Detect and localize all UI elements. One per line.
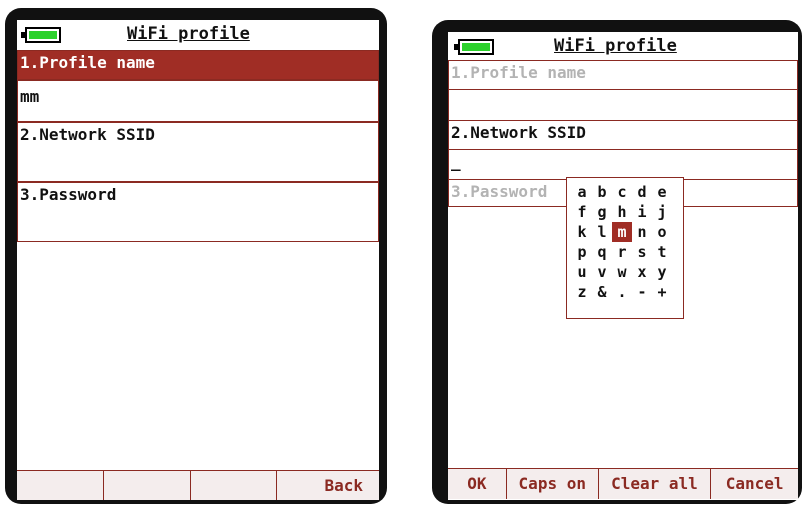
key-b[interactable]: b [592,182,612,202]
key-n[interactable]: n [632,222,652,242]
key-plus[interactable]: + [652,282,672,302]
left-screen: WiFi profile 1.Profile name mm 2.Network… [17,20,379,500]
clear-all-button[interactable]: Clear all [599,469,712,499]
key-o[interactable]: o [652,222,672,242]
key-q[interactable]: q [592,242,612,262]
right-titlebar: WiFi profile [448,32,798,62]
left-softkey-1[interactable] [17,471,104,500]
picker-row: p q r s t [572,242,678,262]
key-f[interactable]: f [572,202,592,222]
key-u[interactable]: u [572,262,592,282]
key-x[interactable]: x [632,262,652,282]
key-e[interactable]: e [652,182,672,202]
ok-button[interactable]: OK [448,469,507,499]
right-page-title: WiFi profile [554,36,677,56]
key-period[interactable]: . [612,282,632,302]
picker-row: k l m n o [572,222,678,242]
left-titlebar: WiFi profile [17,20,379,50]
right-softkey-bar: OK Caps on Clear all Cancel [448,468,798,499]
right-field-profile-name[interactable]: 1.Profile name [448,60,798,90]
left-field-network-ssid[interactable]: 2.Network SSID [17,122,379,182]
right-field-password-label: 3.Password [451,182,548,201]
key-ampersand[interactable]: & [592,282,612,302]
key-a[interactable]: a [572,182,592,202]
key-r[interactable]: r [612,242,632,262]
key-m-selected[interactable]: m [612,222,632,242]
right-device: WiFi profile 1.Profile name 2.Network SS… [432,20,802,504]
picker-row: f g h i j [572,202,678,222]
right-field-network-ssid-value-box[interactable]: _ [448,150,798,180]
left-softkey-3[interactable] [191,471,278,500]
right-field-network-ssid[interactable]: 2.Network SSID [448,120,798,150]
right-field-profile-name-value-box[interactable] [448,90,798,120]
key-k[interactable]: k [572,222,592,242]
key-v[interactable]: v [592,262,612,282]
right-field-profile-name-label: 1.Profile name [451,63,586,82]
key-c[interactable]: c [612,182,632,202]
left-field-password-label: 3.Password [20,185,117,204]
key-i[interactable]: i [632,202,652,222]
back-button[interactable]: Back [277,471,379,500]
key-t[interactable]: t [652,242,672,262]
key-g[interactable]: g [592,202,612,222]
right-field-network-ssid-label: 2.Network SSID [451,123,586,142]
left-field-password[interactable]: 3.Password [17,182,379,242]
left-softkey-2[interactable] [104,471,191,500]
right-screen: WiFi profile 1.Profile name 2.Network SS… [448,32,798,500]
left-field-profile-name[interactable]: 1.Profile name [17,50,379,80]
character-picker: a b c d e f g h i j k l m n o p q r s t … [566,177,684,319]
left-device: WiFi profile 1.Profile name mm 2.Network… [5,8,387,504]
picker-row: a b c d e [572,182,678,202]
picker-row: u v w x y [572,262,678,282]
caps-on-button[interactable]: Caps on [507,469,599,499]
cancel-button[interactable]: Cancel [711,469,798,499]
left-field-profile-name-label: 1.Profile name [20,53,155,72]
battery-icon [21,27,61,43]
key-s[interactable]: s [632,242,652,262]
left-field-profile-name-value: mm [20,87,40,106]
left-field-network-ssid-label: 2.Network SSID [20,125,155,144]
key-p[interactable]: p [572,242,592,262]
key-j[interactable]: j [652,202,672,222]
key-hyphen[interactable]: - [632,282,652,302]
key-w[interactable]: w [612,262,632,282]
battery-icon [454,39,494,55]
key-d[interactable]: d [632,182,652,202]
right-field-network-ssid-cursor: _ [451,152,461,171]
key-h[interactable]: h [612,202,632,222]
key-l[interactable]: l [592,222,612,242]
left-softkey-bar: Back [17,470,379,500]
picker-row: z & . - + [572,282,678,302]
left-field-profile-name-value-box[interactable]: mm [17,80,379,122]
left-page-title: WiFi profile [127,24,250,44]
key-z[interactable]: z [572,282,592,302]
key-y[interactable]: y [652,262,672,282]
